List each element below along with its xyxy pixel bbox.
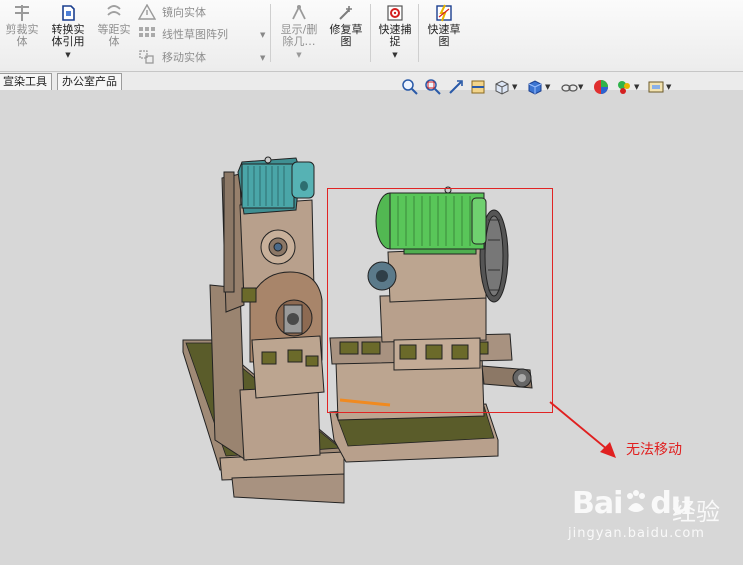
rapid-sketch-icon	[436, 4, 452, 22]
rapid-sketch-button[interactable]: 快速草 图	[422, 2, 466, 66]
ribbon-separator	[270, 4, 271, 62]
repair-sketch-button[interactable]: 修复草 图	[326, 2, 366, 66]
mirror-entities-button[interactable]: 镜向实体	[138, 2, 206, 22]
display-delete-dropdown-icon[interactable]: ▼	[296, 49, 301, 61]
offset-entities-button[interactable]: 等距实 体	[94, 2, 134, 66]
move-entities-button[interactable]: 移动实体	[138, 47, 206, 67]
annotation-text: 无法移动	[626, 442, 682, 458]
linear-sketch-pattern-label: 线性草图阵列	[162, 28, 228, 41]
trim-entities-button[interactable]: 剪裁实 体	[2, 2, 42, 66]
offset-entities-label: 等距实 体	[97, 23, 131, 48]
annotation-arrow	[549, 401, 616, 458]
repair-sketch-icon	[339, 6, 352, 20]
quick-snaps-label: 快速捕 捉	[378, 23, 412, 48]
convert-entities-icon	[62, 5, 75, 21]
convert-entities-label: 转换实 体引用	[51, 23, 85, 48]
display-delete-relations-label: 显示/删 除几…	[280, 23, 318, 48]
display-delete-relations-icon	[292, 4, 306, 20]
paw-logo-icon	[627, 490, 646, 512]
trim-entities-label: 剪裁实 体	[5, 23, 39, 48]
tab-office-products[interactable]: 办公室产品	[57, 73, 122, 90]
tab-render-tools[interactable]: 宣染工具	[0, 73, 52, 90]
watermark-chinese: 经验	[672, 498, 720, 526]
selection-box	[327, 188, 553, 413]
display-delete-relations-button[interactable]: 显示/删 除几… ▼	[275, 2, 323, 66]
watermark-url: jingyan.baidu.com	[568, 526, 705, 541]
repair-sketch-label: 修复草 图	[329, 23, 363, 48]
convert-entities-dropdown-icon[interactable]: ▼	[65, 49, 70, 61]
move-entities-label: 移动实体	[162, 51, 206, 64]
ribbon-separator	[370, 4, 371, 62]
baidu-watermark: Bai du 经验 jingyan.baidu.com	[560, 486, 740, 556]
left-machine-assembly[interactable]	[182, 156, 345, 504]
command-manager-ribbon: 剪裁实 体 转换实 体引用 ▼ 等距实 体 镜向实体 线性草图阵列 ▼ 移动实体…	[0, 0, 743, 72]
quick-snaps-dropdown-icon[interactable]: ▼	[392, 49, 397, 61]
mirror-entities-label: 镜向实体	[162, 6, 206, 19]
linear-pattern-icon	[139, 27, 155, 37]
linear-pattern-dropdown-icon[interactable]: ▼	[260, 31, 265, 39]
mirror-entities-icon	[138, 4, 156, 20]
offset-entities-icon	[107, 5, 121, 16]
rapid-sketch-label: 快速草 图	[427, 23, 461, 48]
ribbon-separator	[418, 4, 419, 62]
quick-snaps-button[interactable]: 快速捕 捉 ▼	[374, 2, 416, 66]
convert-entities-button[interactable]: 转换实 体引用 ▼	[46, 2, 90, 66]
trim-entities-icon	[15, 5, 29, 21]
quick-snaps-icon	[387, 5, 403, 21]
move-entities-icon	[139, 50, 154, 64]
linear-sketch-pattern-button[interactable]: 线性草图阵列	[138, 24, 228, 44]
move-entities-dropdown-icon[interactable]: ▼	[260, 54, 265, 62]
